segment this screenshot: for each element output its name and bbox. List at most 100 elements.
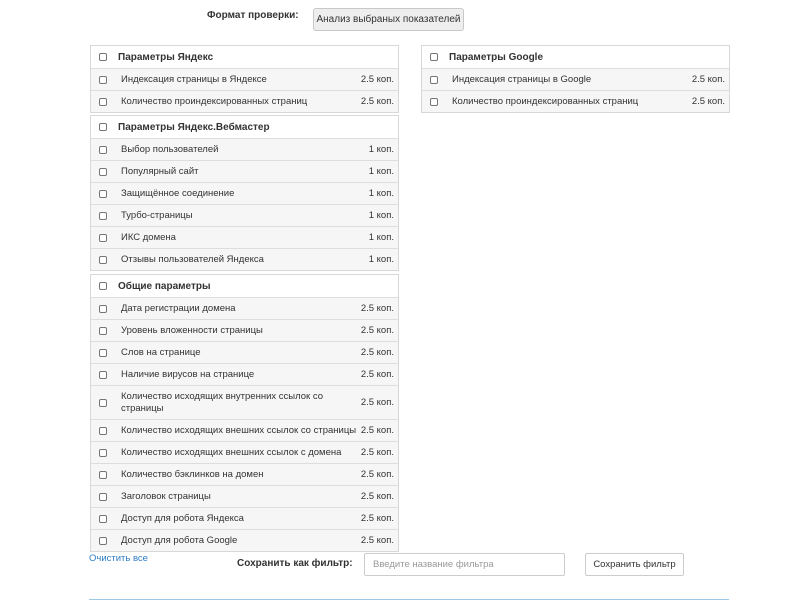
save-filter-button[interactable]: Сохранить фильтр: [585, 553, 684, 576]
group-checkbox-general[interactable]: [99, 282, 107, 290]
list-item: Доступ для робота Яндекса 2.5 коп.: [91, 507, 398, 529]
item-checkbox[interactable]: [99, 536, 107, 545]
item-price: 2.5 коп.: [691, 74, 725, 85]
item-label: Защищённое соединение: [121, 187, 235, 199]
item-label: Популярный сайт: [121, 165, 199, 177]
group-title: Параметры Яндекс.Вебмастер: [118, 121, 270, 133]
list-item: Дата регистрации домена 2.5 коп.: [91, 297, 398, 319]
list-item: Количество исходящих внутренних ссылок с…: [91, 385, 398, 419]
item-checkbox[interactable]: [99, 370, 107, 379]
item-checkbox[interactable]: [99, 211, 107, 220]
list-item: Турбо-страницы 1 коп.: [91, 204, 398, 226]
group-checkbox-google[interactable]: [430, 53, 438, 61]
item-label: Количество исходящих внешних ссылок с до…: [121, 446, 342, 458]
group-title: Параметры Яндекс: [118, 51, 214, 63]
item-price: 1 коп.: [368, 210, 394, 221]
item-checkbox[interactable]: [99, 75, 107, 84]
save-filter-label: Сохранить как фильтр:: [237, 558, 353, 569]
item-price: 2.5 коп.: [691, 96, 725, 107]
item-price: 1 коп.: [368, 144, 394, 155]
item-label: Количество бэклинков на домен: [121, 468, 264, 480]
item-checkbox[interactable]: [99, 304, 107, 313]
group-header-webmaster: Параметры Яндекс.Вебмастер: [91, 116, 398, 138]
item-label: Отзывы пользователей Яндекса: [121, 253, 264, 265]
item-label: Доступ для робота Яндекса: [121, 512, 244, 524]
item-price: 2.5 коп.: [360, 447, 394, 458]
list-item: Количество исходящих внешних ссылок с до…: [91, 441, 398, 463]
item-checkbox[interactable]: [99, 398, 107, 407]
list-item: Количество проиндексированных страниц 2.…: [91, 90, 398, 112]
item-price: 1 коп.: [368, 188, 394, 199]
group-header-google: Параметры Google: [422, 46, 729, 68]
item-label: Дата регистрации домена: [121, 302, 236, 314]
group-checkbox-webmaster[interactable]: [99, 123, 107, 131]
item-checkbox[interactable]: [430, 75, 438, 84]
list-item: Количество исходящих внешних ссылок со с…: [91, 419, 398, 441]
item-price: 2.5 коп.: [360, 347, 394, 358]
item-checkbox[interactable]: [99, 233, 107, 242]
item-price: 2.5 коп.: [360, 96, 394, 107]
item-price: 1 коп.: [368, 232, 394, 243]
item-checkbox[interactable]: [99, 255, 107, 264]
item-price: 2.5 коп.: [360, 303, 394, 314]
group-header-yandex: Параметры Яндекс: [91, 46, 398, 68]
google-params-group: Параметры Google Индексация страницы в G…: [421, 45, 730, 113]
item-label: Количество проиндексированных страниц: [121, 95, 308, 107]
item-checkbox[interactable]: [99, 145, 107, 154]
item-checkbox[interactable]: [99, 189, 107, 198]
item-label: Доступ для робота Google: [121, 534, 238, 546]
clear-all-link[interactable]: Очистить все: [89, 553, 148, 564]
list-item: Количество бэклинков на домен 2.5 коп.: [91, 463, 398, 485]
group-title: Параметры Google: [449, 51, 544, 63]
item-price: 1 коп.: [368, 166, 394, 177]
list-item: Заголовок страницы 2.5 коп.: [91, 485, 398, 507]
list-item: Количество проиндексированных страниц 2.…: [422, 90, 729, 112]
filter-name-input[interactable]: [364, 553, 565, 576]
item-label: Наличие вирусов на странице: [121, 368, 255, 380]
webmaster-params-group: Параметры Яндекс.Вебмастер Выбор пользов…: [90, 115, 399, 271]
list-item: Популярный сайт 1 коп.: [91, 160, 398, 182]
list-item: Выбор пользователей 1 коп.: [91, 138, 398, 160]
list-item: ИКС домена 1 коп.: [91, 226, 398, 248]
format-select-button[interactable]: Анализ выбраных показателей: [313, 8, 464, 31]
group-checkbox-yandex[interactable]: [99, 53, 107, 61]
item-checkbox[interactable]: [99, 470, 107, 479]
item-price: 2.5 коп.: [360, 513, 394, 524]
item-label: Турбо-страницы: [121, 209, 193, 221]
item-checkbox[interactable]: [99, 348, 107, 357]
item-checkbox[interactable]: [99, 492, 107, 501]
group-header-general: Общие параметры: [91, 275, 398, 297]
item-checkbox[interactable]: [99, 514, 107, 523]
item-price: 2.5 коп.: [360, 469, 394, 480]
general-params-group: Общие параметры Дата регистрации домена …: [90, 274, 399, 552]
item-checkbox[interactable]: [430, 97, 438, 106]
item-label: Количество проиндексированных страниц: [452, 95, 639, 107]
group-title: Общие параметры: [118, 280, 211, 292]
format-label: Формат проверки:: [207, 10, 299, 21]
item-checkbox[interactable]: [99, 167, 107, 176]
list-item: Защищённое соединение 1 коп.: [91, 182, 398, 204]
item-label: Уровень вложенности страницы: [121, 324, 263, 336]
list-item: Уровень вложенности страницы 2.5 коп.: [91, 319, 398, 341]
item-checkbox[interactable]: [99, 97, 107, 106]
item-label: Индексация страницы в Яндексе: [121, 73, 267, 85]
item-checkbox[interactable]: [99, 326, 107, 335]
item-label: Индексация страницы в Google: [452, 73, 592, 85]
item-checkbox[interactable]: [99, 426, 107, 435]
item-price: 1 коп.: [368, 254, 394, 265]
item-label: Количество исходящих внутренних ссылок с…: [121, 390, 323, 414]
item-price: 2.5 коп.: [360, 397, 394, 408]
item-label: ИКС домена: [121, 231, 176, 243]
item-price: 2.5 коп.: [360, 535, 394, 546]
item-price: 2.5 коп.: [360, 74, 394, 85]
item-label: Количество исходящих внешних ссылок со с…: [121, 424, 357, 436]
item-price: 2.5 коп.: [360, 325, 394, 336]
item-checkbox[interactable]: [99, 448, 107, 457]
item-label: Заголовок страницы: [121, 490, 211, 502]
list-item: Индексация страницы в Яндексе 2.5 коп.: [91, 68, 398, 90]
list-item: Отзывы пользователей Яндекса 1 коп.: [91, 248, 398, 270]
item-price: 2.5 коп.: [360, 491, 394, 502]
list-item: Доступ для робота Google 2.5 коп.: [91, 529, 398, 551]
item-price: 2.5 коп.: [360, 369, 394, 380]
item-price: 2.5 коп.: [360, 425, 394, 436]
